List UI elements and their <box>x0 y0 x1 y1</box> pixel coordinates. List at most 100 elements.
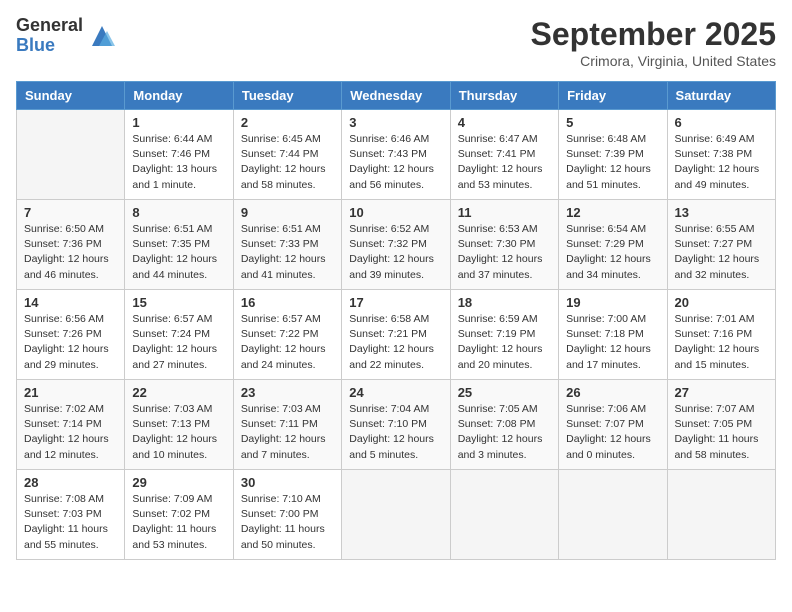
calendar-cell: 14 Sunrise: 6:56 AM Sunset: 7:26 PM Dayli… <box>17 290 125 380</box>
day-info: Sunrise: 6:58 AM Sunset: 7:21 PM Dayligh… <box>349 312 442 373</box>
week-row-4: 21 Sunrise: 7:02 AM Sunset: 7:14 PM Dayli… <box>17 380 776 470</box>
day-number: 14 <box>24 295 117 310</box>
day-info: Sunrise: 7:03 AM Sunset: 7:11 PM Dayligh… <box>241 402 334 463</box>
day-number: 20 <box>675 295 768 310</box>
day-info: Sunrise: 6:49 AM Sunset: 7:38 PM Dayligh… <box>675 132 768 193</box>
day-info: Sunrise: 7:05 AM Sunset: 7:08 PM Dayligh… <box>458 402 551 463</box>
day-number: 22 <box>132 385 225 400</box>
calendar-cell: 1 Sunrise: 6:44 AM Sunset: 7:46 PM Daylig… <box>125 110 233 200</box>
day-number: 10 <box>349 205 442 220</box>
day-info: Sunrise: 7:03 AM Sunset: 7:13 PM Dayligh… <box>132 402 225 463</box>
calendar-cell: 24Sunrise: 7:04 AM Sunset: 7:10 PM Dayli… <box>342 380 450 470</box>
day-number: 3 <box>349 115 442 130</box>
day-info: Sunrise: 7:02 AM Sunset: 7:14 PM Dayligh… <box>24 402 117 463</box>
day-info: Sunrise: 6:48 AM Sunset: 7:39 PM Dayligh… <box>566 132 659 193</box>
calendar-cell: 30 Sunrise: 7:10 AM Sunset: 7:00 PM Dayli… <box>233 470 341 560</box>
calendar-cell: 4Sunrise: 6:47 AM Sunset: 7:41 PM Daylig… <box>450 110 558 200</box>
week-row-3: 14 Sunrise: 6:56 AM Sunset: 7:26 PM Dayli… <box>17 290 776 380</box>
day-info: Sunrise: 6:53 AM Sunset: 7:30 PM Dayligh… <box>458 222 551 283</box>
day-header-monday: Monday <box>125 82 233 110</box>
calendar-cell: 20 Sunrise: 7:01 AM Sunset: 7:16 PM Dayli… <box>667 290 775 380</box>
calendar-cell: 19 Sunrise: 7:00 AM Sunset: 7:18 PM Dayli… <box>559 290 667 380</box>
calendar-cell: 16 Sunrise: 6:57 AM Sunset: 7:22 PM Dayli… <box>233 290 341 380</box>
day-header-tuesday: Tuesday <box>233 82 341 110</box>
day-info: Sunrise: 7:06 AM Sunset: 7:07 PM Dayligh… <box>566 402 659 463</box>
calendar-cell: 11 Sunrise: 6:53 AM Sunset: 7:30 PM Dayli… <box>450 200 558 290</box>
day-header-thursday: Thursday <box>450 82 558 110</box>
calendar-cell: 18 Sunrise: 6:59 AM Sunset: 7:19 PM Dayli… <box>450 290 558 380</box>
day-number: 9 <box>241 205 334 220</box>
logo-blue: Blue <box>16 36 83 56</box>
week-row-1: 1 Sunrise: 6:44 AM Sunset: 7:46 PM Daylig… <box>17 110 776 200</box>
day-info: Sunrise: 6:54 AM Sunset: 7:29 PM Dayligh… <box>566 222 659 283</box>
day-number: 29 <box>132 475 225 490</box>
day-number: 25 <box>458 385 551 400</box>
day-number: 19 <box>566 295 659 310</box>
day-header-friday: Friday <box>559 82 667 110</box>
calendar-cell: 10 Sunrise: 6:52 AM Sunset: 7:32 PM Dayli… <box>342 200 450 290</box>
calendar-cell: 5Sunrise: 6:48 AM Sunset: 7:39 PM Daylig… <box>559 110 667 200</box>
day-number: 27 <box>675 385 768 400</box>
day-number: 7 <box>24 205 117 220</box>
calendar-cell: 8 Sunrise: 6:51 AM Sunset: 7:35 PM Daylig… <box>125 200 233 290</box>
day-info: Sunrise: 7:01 AM Sunset: 7:16 PM Dayligh… <box>675 312 768 373</box>
day-number: 2 <box>241 115 334 130</box>
calendar-cell: 27Sunrise: 7:07 AM Sunset: 7:05 PM Dayli… <box>667 380 775 470</box>
day-number: 18 <box>458 295 551 310</box>
day-info: Sunrise: 7:09 AM Sunset: 7:02 PM Dayligh… <box>132 492 225 553</box>
calendar-location: Crimora, Virginia, United States <box>531 53 776 69</box>
calendar-cell: 7Sunrise: 6:50 AM Sunset: 7:36 PM Daylig… <box>17 200 125 290</box>
day-number: 17 <box>349 295 442 310</box>
calendar-cell: 17 Sunrise: 6:58 AM Sunset: 7:21 PM Dayli… <box>342 290 450 380</box>
day-number: 11 <box>458 205 551 220</box>
day-info: Sunrise: 7:00 AM Sunset: 7:18 PM Dayligh… <box>566 312 659 373</box>
calendar-cell: 3 Sunrise: 6:46 AM Sunset: 7:43 PM Daylig… <box>342 110 450 200</box>
day-info: Sunrise: 6:59 AM Sunset: 7:19 PM Dayligh… <box>458 312 551 373</box>
calendar-cell: 12 Sunrise: 6:54 AM Sunset: 7:29 PM Dayli… <box>559 200 667 290</box>
day-info: Sunrise: 7:10 AM Sunset: 7:00 PM Dayligh… <box>241 492 334 553</box>
day-number: 21 <box>24 385 117 400</box>
logo: General Blue <box>16 16 117 56</box>
day-info: Sunrise: 6:57 AM Sunset: 7:22 PM Dayligh… <box>241 312 334 373</box>
day-info: Sunrise: 6:57 AM Sunset: 7:24 PM Dayligh… <box>132 312 225 373</box>
day-info: Sunrise: 6:51 AM Sunset: 7:35 PM Dayligh… <box>132 222 225 283</box>
day-info: Sunrise: 6:44 AM Sunset: 7:46 PM Dayligh… <box>132 132 225 193</box>
day-number: 23 <box>241 385 334 400</box>
calendar-cell: 13Sunrise: 6:55 AM Sunset: 7:27 PM Dayli… <box>667 200 775 290</box>
day-info: Sunrise: 6:46 AM Sunset: 7:43 PM Dayligh… <box>349 132 442 193</box>
calendar-cell <box>450 470 558 560</box>
day-number: 6 <box>675 115 768 130</box>
day-info: Sunrise: 7:08 AM Sunset: 7:03 PM Dayligh… <box>24 492 117 553</box>
day-number: 8 <box>132 205 225 220</box>
day-number: 12 <box>566 205 659 220</box>
day-number: 1 <box>132 115 225 130</box>
day-info: Sunrise: 6:52 AM Sunset: 7:32 PM Dayligh… <box>349 222 442 283</box>
day-info: Sunrise: 6:51 AM Sunset: 7:33 PM Dayligh… <box>241 222 334 283</box>
day-header-sunday: Sunday <box>17 82 125 110</box>
calendar-cell: 22 Sunrise: 7:03 AM Sunset: 7:13 PM Dayli… <box>125 380 233 470</box>
week-row-5: 28 Sunrise: 7:08 AM Sunset: 7:03 PM Dayli… <box>17 470 776 560</box>
calendar-cell: 15Sunrise: 6:57 AM Sunset: 7:24 PM Dayli… <box>125 290 233 380</box>
calendar-cell: 25 Sunrise: 7:05 AM Sunset: 7:08 PM Dayli… <box>450 380 558 470</box>
day-number: 28 <box>24 475 117 490</box>
day-info: Sunrise: 6:45 AM Sunset: 7:44 PM Dayligh… <box>241 132 334 193</box>
calendar-cell: 26Sunrise: 7:06 AM Sunset: 7:07 PM Dayli… <box>559 380 667 470</box>
calendar-cell: 6 Sunrise: 6:49 AM Sunset: 7:38 PM Daylig… <box>667 110 775 200</box>
calendar-cell: 23 Sunrise: 7:03 AM Sunset: 7:11 PM Dayli… <box>233 380 341 470</box>
calendar-cell: 9 Sunrise: 6:51 AM Sunset: 7:33 PM Daylig… <box>233 200 341 290</box>
calendar-table: SundayMondayTuesdayWednesdayThursdayFrid… <box>16 81 776 560</box>
day-info: Sunrise: 6:56 AM Sunset: 7:26 PM Dayligh… <box>24 312 117 373</box>
logo-icon <box>87 21 117 51</box>
day-header-saturday: Saturday <box>667 82 775 110</box>
calendar-cell: 29 Sunrise: 7:09 AM Sunset: 7:02 PM Dayli… <box>125 470 233 560</box>
day-header-wednesday: Wednesday <box>342 82 450 110</box>
calendar-cell: 21 Sunrise: 7:02 AM Sunset: 7:14 PM Dayli… <box>17 380 125 470</box>
day-info: Sunrise: 6:55 AM Sunset: 7:27 PM Dayligh… <box>675 222 768 283</box>
day-number: 30 <box>241 475 334 490</box>
calendar-cell: 2 Sunrise: 6:45 AM Sunset: 7:44 PM Daylig… <box>233 110 341 200</box>
day-number: 16 <box>241 295 334 310</box>
calendar-cell: 28 Sunrise: 7:08 AM Sunset: 7:03 PM Dayli… <box>17 470 125 560</box>
calendar-cell <box>667 470 775 560</box>
day-info: Sunrise: 6:47 AM Sunset: 7:41 PM Dayligh… <box>458 132 551 193</box>
logo-general: General <box>16 16 83 36</box>
